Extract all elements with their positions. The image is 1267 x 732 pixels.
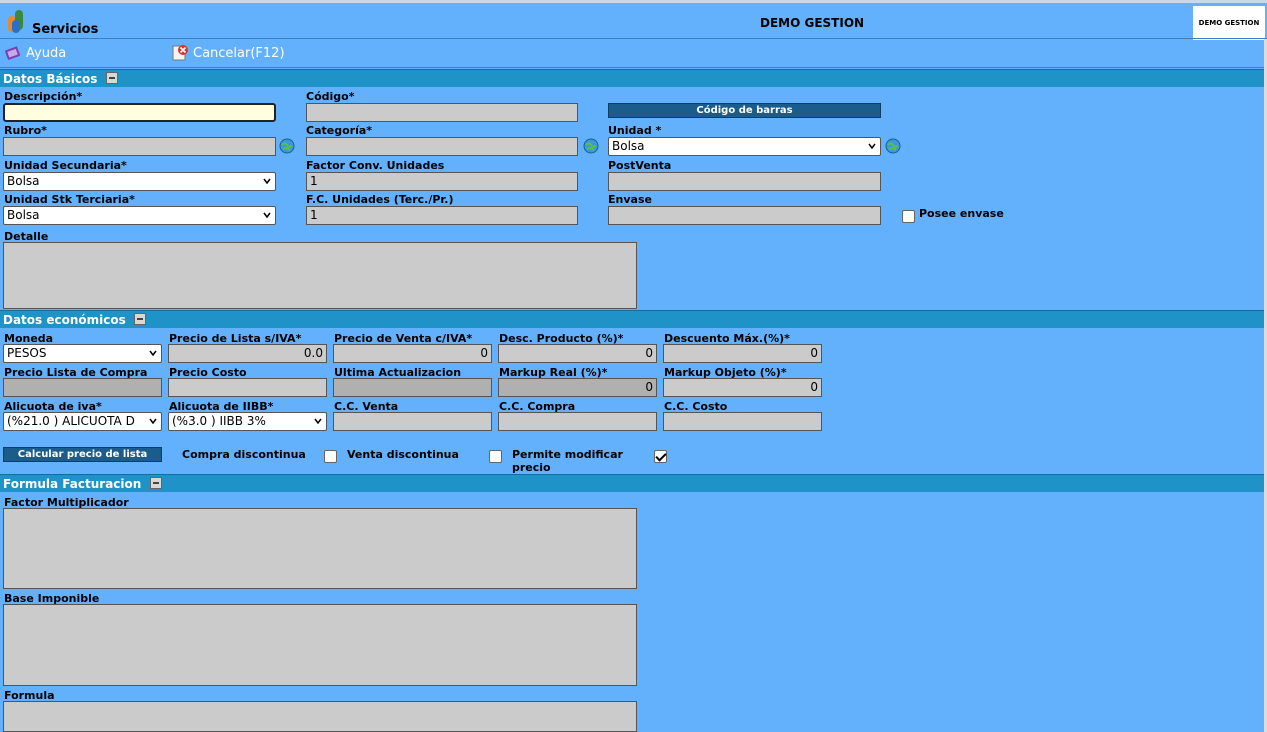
permite-modificar-label: Permite modificar precio xyxy=(512,448,623,474)
fc-unidades-input[interactable]: 1 xyxy=(306,206,578,225)
markup-real-input[interactable]: 0 xyxy=(498,378,657,397)
ultima-actualizacion-input[interactable] xyxy=(333,378,492,397)
section-economic-header: Datos económicos xyxy=(0,310,1267,328)
help-label: Ayuda xyxy=(26,45,67,61)
cancel-icon xyxy=(172,45,188,61)
header-divider xyxy=(0,38,1267,39)
envase-input[interactable] xyxy=(608,206,881,225)
unidad-secundaria-label: Unidad Secundaria* xyxy=(4,159,127,172)
compra-discontinua-checkbox[interactable] xyxy=(324,450,337,463)
venta-discontinua-label: Venta discontinua xyxy=(347,448,459,461)
section-basic-header: Datos Básicos xyxy=(0,69,1267,87)
unidad-select[interactable]: Bolsa xyxy=(608,137,881,156)
section-economic-title: Datos económicos xyxy=(3,313,126,327)
brand-logo: DEMO GESTION xyxy=(1193,6,1265,40)
precio-lista-input[interactable]: 0.0 xyxy=(168,344,327,363)
formula-textarea[interactable] xyxy=(3,701,637,732)
posee-envase-label: Posee envase xyxy=(919,207,1004,220)
help-book-icon xyxy=(4,46,21,60)
unidad-terciaria-select[interactable]: Bolsa xyxy=(3,206,276,225)
section-formula-header: Formula Facturacion xyxy=(0,474,1267,492)
detalle-textarea[interactable] xyxy=(3,242,637,309)
base-imponible-textarea[interactable] xyxy=(3,604,637,686)
top-bar: Servicios DEMO GESTION DEMO GESTION xyxy=(0,0,1267,40)
collapse-economic-icon[interactable] xyxy=(133,313,146,325)
factor-conv-label: Factor Conv. Unidades xyxy=(306,159,445,172)
chevron-down-icon xyxy=(149,418,157,425)
codigo-label: Código* xyxy=(306,90,355,103)
unidad-terciaria-label: Unidad Stk Terciaria* xyxy=(4,193,135,206)
descripcion-label: Descripción* xyxy=(4,90,83,103)
categoria-search-globe-icon[interactable] xyxy=(582,137,600,155)
permite-modificar-checkbox[interactable] xyxy=(654,450,667,463)
markup-objeto-input[interactable]: 0 xyxy=(663,378,822,397)
cc-venta-input[interactable] xyxy=(333,412,492,431)
compra-discontinua-label: Compra discontinua xyxy=(182,448,306,461)
precio-costo-input[interactable] xyxy=(168,378,327,397)
alicuota-iibb-value: (%3.0 ) IIBB 3% xyxy=(172,414,266,428)
app-title: Servicios xyxy=(32,22,99,37)
barcode-button[interactable]: Código de barras xyxy=(608,103,881,118)
section-basic-title: Datos Básicos xyxy=(3,72,98,86)
permite-modificar-line1: Permite modificar xyxy=(512,448,623,461)
moneda-select[interactable]: PESOS xyxy=(3,344,162,363)
alicuota-iva-select[interactable]: (%21.0 ) ALICUOTA D xyxy=(3,412,162,431)
envase-label: Envase xyxy=(608,193,652,206)
venta-discontinua-checkbox[interactable] xyxy=(489,450,502,463)
section-formula-title: Formula Facturacion xyxy=(3,477,142,491)
fc-unidades-label: F.C. Unidades (Terc./Pr.) xyxy=(306,193,454,206)
collapse-basic-icon[interactable] xyxy=(105,72,118,84)
chevron-down-icon xyxy=(263,178,271,185)
codigo-input[interactable] xyxy=(306,103,578,122)
toolbar-divider xyxy=(0,67,1267,68)
rubro-input[interactable] xyxy=(3,137,276,156)
postventa-label: PostVenta xyxy=(608,159,672,172)
categoria-label: Categoría* xyxy=(306,124,373,137)
chevron-down-icon xyxy=(868,143,876,150)
cc-costo-input[interactable] xyxy=(663,412,822,431)
factor-conv-input[interactable]: 1 xyxy=(306,172,578,191)
rubro-label: Rubro* xyxy=(4,124,47,137)
descuento-max-input[interactable]: 0 xyxy=(663,344,822,363)
unidad-label: Unidad * xyxy=(608,124,662,137)
app-logo-icon xyxy=(8,10,23,33)
alicuota-iibb-select[interactable]: (%3.0 ) IIBB 3% xyxy=(168,412,327,431)
unidad-search-globe-icon[interactable] xyxy=(884,137,902,155)
cancel-label: Cancelar(F12) xyxy=(193,45,285,61)
postventa-input[interactable] xyxy=(608,172,881,191)
moneda-value: PESOS xyxy=(7,346,47,360)
collapse-formula-icon[interactable] xyxy=(149,477,162,489)
rubro-search-globe-icon[interactable] xyxy=(278,137,296,155)
cancel-button[interactable]: Cancelar(F12) xyxy=(171,44,285,62)
posee-envase-checkbox[interactable] xyxy=(902,210,915,223)
alicuota-iva-value: (%21.0 ) ALICUOTA D xyxy=(7,414,135,428)
precio-compra-input[interactable] xyxy=(3,378,162,397)
unidad-secundaria-value: Bolsa xyxy=(7,174,40,188)
unidad-secundaria-select[interactable]: Bolsa xyxy=(3,172,276,191)
unidad-terciaria-value: Bolsa xyxy=(7,208,40,222)
cc-compra-input[interactable] xyxy=(498,412,657,431)
descripcion-input[interactable] xyxy=(3,103,276,122)
company-title: DEMO GESTION xyxy=(760,16,865,30)
permite-modificar-line2: precio xyxy=(512,461,551,474)
calcular-precio-button[interactable]: Calcular precio de lista xyxy=(3,447,162,462)
precio-venta-input[interactable]: 0 xyxy=(333,344,492,363)
chevron-down-icon xyxy=(263,212,271,219)
categoria-input[interactable] xyxy=(306,137,578,156)
desc-producto-input[interactable]: 0 xyxy=(498,344,657,363)
factor-multiplicador-textarea[interactable] xyxy=(3,508,637,589)
chevron-down-icon xyxy=(149,350,157,357)
unidad-select-value: Bolsa xyxy=(612,139,645,153)
help-button[interactable]: Ayuda xyxy=(4,44,66,62)
chevron-down-icon xyxy=(314,418,322,425)
